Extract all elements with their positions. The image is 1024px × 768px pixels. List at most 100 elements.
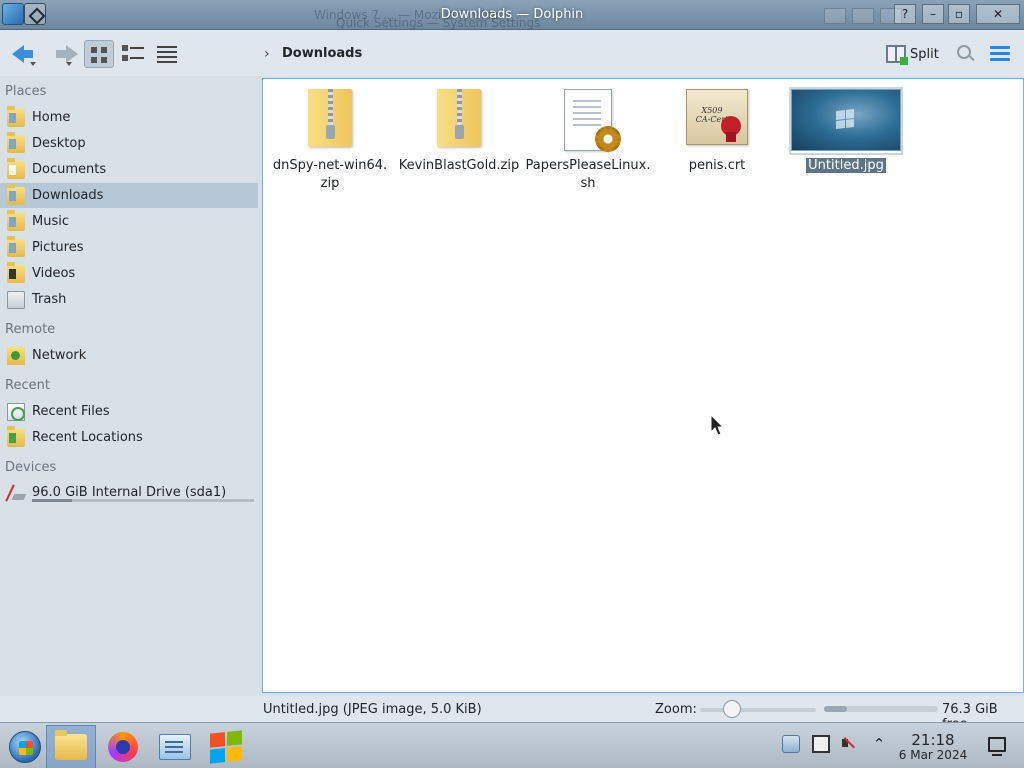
icons-view-icon bbox=[91, 47, 97, 53]
zoom-slider[interactable] bbox=[700, 708, 816, 712]
split-view-icon bbox=[886, 45, 908, 65]
file-item[interactable]: PapersPleaseLinux. sh bbox=[523, 89, 653, 193]
chevron-down-icon bbox=[66, 62, 72, 66]
show-desktop-icon[interactable] bbox=[988, 737, 1006, 756]
compact-view-button[interactable] bbox=[118, 40, 148, 68]
sidebar-item-downloads[interactable]: Downloads bbox=[0, 183, 258, 208]
back-arrow-icon bbox=[12, 45, 33, 63]
sidebar-item-label: Recent Locations bbox=[32, 430, 143, 445]
sidebar-item-desktop[interactable]: Desktop bbox=[0, 131, 258, 156]
start-button[interactable] bbox=[0, 725, 50, 768]
file-item[interactable]: dnSpy-net-win64. zip bbox=[265, 89, 395, 193]
close-button[interactable]: ✕ bbox=[976, 4, 1020, 24]
back-button[interactable] bbox=[8, 40, 42, 68]
videos-folder-icon bbox=[7, 261, 25, 283]
sidebar-item-network[interactable]: Network bbox=[0, 343, 258, 368]
file-name: penis.crt bbox=[688, 158, 746, 173]
status-info: Untitled.jpg (JPEG image, 5.0 KiB) bbox=[263, 702, 482, 717]
sidebar-item-home[interactable]: Home bbox=[0, 105, 258, 130]
forward-button[interactable] bbox=[44, 40, 78, 68]
sidebar-item-label: Documents bbox=[32, 162, 107, 177]
status-bar: Untitled.jpg (JPEG image, 5.0 KiB) Zoom:… bbox=[0, 696, 1024, 732]
compact-view-icon-part bbox=[122, 55, 128, 61]
recent-files-icon bbox=[7, 402, 25, 421]
sidebar-item-label: Trash bbox=[32, 292, 67, 307]
downloads-folder-icon bbox=[7, 183, 25, 205]
clipboard-icon[interactable] bbox=[812, 735, 830, 753]
icons-view-icon-part bbox=[91, 57, 97, 63]
zip-archive-icon bbox=[437, 89, 481, 147]
section-header-devices: Devices bbox=[5, 460, 57, 475]
file-name: Untitled.jpg bbox=[806, 158, 886, 173]
zoom-label: Zoom: bbox=[655, 702, 697, 717]
chevron-down-icon bbox=[30, 62, 36, 66]
compact-view-icon-part bbox=[130, 57, 144, 59]
details-view-button[interactable] bbox=[152, 40, 182, 68]
title-bar: Windows 7 ... — Mozilla Firefox Quick Se… bbox=[0, 0, 1024, 30]
sidebar-item-documents[interactable]: Documents bbox=[0, 157, 258, 182]
file-name: KevinBlastGold.zip bbox=[398, 158, 520, 173]
file-item-selected[interactable]: Untitled.jpg bbox=[781, 87, 911, 175]
hamburger-menu-icon[interactable] bbox=[990, 46, 1010, 62]
certificate-icon: X509 CA-Cert bbox=[686, 89, 748, 145]
sidebar-item-label: Music bbox=[32, 214, 69, 229]
free-space-bar[interactable] bbox=[824, 706, 938, 712]
sidebar-item-videos[interactable]: Videos bbox=[0, 261, 258, 286]
file-item[interactable]: X509 CA-Cert penis.crt bbox=[652, 89, 782, 175]
sidebar-item-trash[interactable]: Trash bbox=[0, 287, 258, 312]
clock[interactable]: 21:18 6 Mar 2024 bbox=[896, 732, 970, 762]
sidebar-item-label: 96.0 GiB Internal Drive (sda1) bbox=[32, 485, 227, 500]
taskbar-system-settings[interactable] bbox=[150, 725, 200, 768]
chevron-right-icon[interactable]: › bbox=[264, 46, 270, 62]
taskbar: ⌃ 21:18 6 Mar 2024 bbox=[0, 722, 1024, 768]
section-header-recent: Recent bbox=[5, 378, 50, 393]
music-folder-icon bbox=[7, 209, 25, 231]
details-view-icon-part bbox=[157, 61, 177, 63]
sidebar-item-label: Network bbox=[32, 348, 87, 363]
volume-muted-icon[interactable] bbox=[842, 735, 860, 753]
documents-folder-icon bbox=[7, 157, 25, 179]
details-view-icon-part bbox=[157, 56, 177, 58]
details-view-icon-part bbox=[157, 51, 177, 53]
places-panel: Places Home Desktop Documents Downloads … bbox=[0, 78, 262, 698]
zip-archive-icon bbox=[308, 89, 352, 147]
zoom-slider-handle[interactable] bbox=[723, 700, 742, 718]
chevron-up-icon[interactable]: ⌃ bbox=[870, 735, 888, 753]
sidebar-item-label: Videos bbox=[32, 266, 76, 281]
desktop-folder-icon bbox=[7, 131, 25, 153]
sidebar-item-recent-files[interactable]: Recent Files bbox=[0, 399, 258, 424]
maximize-button[interactable]: ▫ bbox=[948, 4, 970, 24]
clock-time: 21:18 bbox=[911, 731, 955, 749]
section-header-places: Places bbox=[5, 84, 47, 99]
icons-view-button[interactable] bbox=[84, 40, 114, 68]
split-button[interactable]: Split bbox=[886, 42, 939, 66]
taskbar-dolphin[interactable] bbox=[46, 725, 96, 768]
search-icon[interactable] bbox=[956, 44, 976, 64]
sidebar-item-label: Desktop bbox=[32, 136, 86, 151]
network-folder-icon bbox=[7, 346, 25, 365]
help-button[interactable]: ? bbox=[894, 4, 916, 24]
file-view[interactable]: dnSpy-net-win64. zip KevinBlastGold.zip P… bbox=[262, 78, 1024, 693]
sidebar-item-label: Recent Files bbox=[32, 404, 110, 419]
firefox-icon bbox=[108, 732, 138, 762]
section-header-remote: Remote bbox=[5, 322, 56, 337]
breadcrumb[interactable]: Downloads bbox=[282, 46, 362, 61]
sidebar-item-label: Pictures bbox=[32, 240, 84, 255]
sidebar-item-label: Home bbox=[32, 110, 71, 125]
clock-date: 6 Mar 2024 bbox=[898, 748, 968, 762]
file-name: dnSpy-net-win64. zip bbox=[272, 158, 388, 191]
device-notifier-icon[interactable] bbox=[782, 735, 800, 753]
sidebar-item-recent-locations[interactable]: Recent Locations bbox=[0, 425, 258, 450]
sidebar-item-music[interactable]: Music bbox=[0, 209, 258, 234]
dolphin-icon bbox=[55, 730, 87, 760]
sidebar-item-pictures[interactable]: Pictures bbox=[0, 235, 258, 260]
taskbar-windows-app[interactable] bbox=[201, 725, 251, 768]
file-item[interactable]: KevinBlastGold.zip bbox=[394, 89, 524, 175]
free-space-fill bbox=[824, 706, 847, 712]
minimize-button[interactable]: – bbox=[922, 4, 944, 24]
taskbar-firefox[interactable] bbox=[98, 725, 148, 768]
start-orb-icon bbox=[9, 731, 41, 763]
details-view-icon bbox=[157, 46, 177, 48]
icons-view-icon-part bbox=[101, 57, 107, 63]
forward-arrow-icon bbox=[56, 45, 78, 63]
